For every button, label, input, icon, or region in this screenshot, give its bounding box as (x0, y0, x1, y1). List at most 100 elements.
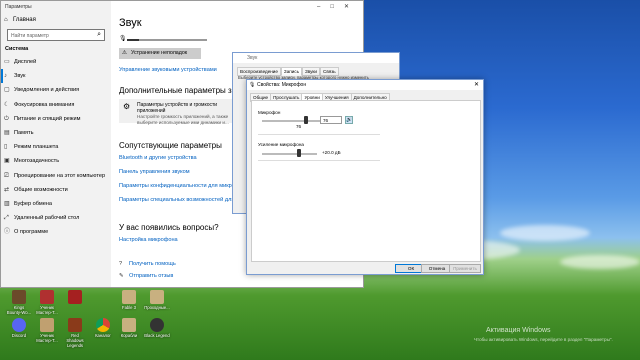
microphone-icon: 🎙 (249, 82, 256, 88)
remote-icon: ⤢ (4, 215, 9, 222)
desktop-icon[interactable]: Kings Bounty-Wo... (6, 290, 32, 315)
maximize-icon[interactable]: □ (330, 4, 344, 10)
mic-dialog-title: Свойства: Микрофон (257, 82, 307, 88)
sidebar-item-label: Удаленный рабочий стол (14, 215, 80, 222)
mic-level-input[interactable]: 76 (320, 116, 342, 124)
mic-level-track[interactable] (262, 120, 320, 122)
desktop-icon-label: Каналог (95, 333, 111, 338)
levels-panel: Микрофон 76 76 🔊 Усиление микрофона +20.… (251, 100, 481, 262)
sidebar-item[interactable]: ⎚ Проецирование на этот компьютер (1, 169, 111, 183)
sound-dialog-title: Звук (233, 53, 399, 63)
sidebar-item[interactable]: ▥ Буфер обмена (1, 197, 111, 211)
sidebar-item[interactable]: ▭ Дисплей (1, 55, 111, 69)
desktop-icon-label: Проходные... (144, 305, 170, 310)
sidebar-item-label: Буфер обмена (14, 200, 53, 207)
close-icon[interactable]: ✕ (474, 80, 479, 90)
sidebar-nav: ▭ Дисплей ♪ Звук ▢ Уведомления и действия ☾ Фок… (1, 55, 111, 239)
boost-thumb[interactable] (296, 149, 301, 157)
desktop-icon-label: Red Shadows Legends (66, 333, 84, 348)
sidebar-item-label: Звук (14, 73, 26, 80)
settings-sidebar: Параметры ⌂ Главная Найти параметр ⌕ Систе… (1, 1, 111, 287)
monitor-icon: ▭ (4, 59, 10, 65)
related-link[interactable]: Панель управления звуком (119, 169, 190, 175)
sidebar-item-label: Многозадачность (14, 158, 60, 165)
mute-speaker-icon[interactable]: 🔊 (345, 116, 353, 124)
share-icon: ⇄ (4, 186, 10, 193)
related-heading: Сопутствующие параметры (119, 141, 222, 150)
desktop-icon[interactable]: Discord (6, 318, 32, 338)
home-link[interactable]: ⌂ Главная (1, 13, 111, 27)
page-title: Звук (119, 17, 142, 29)
feedback-label: Отправить отзыв (129, 273, 174, 279)
minimize-icon[interactable]: – (317, 4, 330, 10)
multitask-icon: ▣ (4, 158, 10, 165)
troubleshoot-label: Устранение неполадок (131, 50, 188, 56)
mixer-icon: ⚙ (123, 102, 131, 111)
desktop-icon-label: Kings Bounty-Wo... (6, 305, 32, 315)
sidebar-item[interactable]: ⤢ Удаленный рабочий стол (1, 211, 111, 225)
sidebar-item[interactable]: ▢ Уведомления и действия (1, 83, 111, 97)
card-title: Параметры устройств и громкости приложен… (137, 102, 218, 114)
feedback-icon: ✎ (119, 273, 124, 279)
desktop-icon-label: Fable 3 (122, 305, 136, 310)
help-label: Получить помощь (129, 261, 176, 267)
desktop-icon-label: Discord (11, 333, 27, 338)
troubleshoot-button[interactable]: ⚠ Устранение неполадок (119, 48, 201, 59)
home-label: Главная (13, 17, 36, 23)
card-desc-line2: выберите используемые ими динамики и... (137, 120, 229, 125)
clipboard-icon: ▥ (4, 200, 10, 207)
volume-fill (127, 39, 139, 41)
sidebar-item[interactable]: ⓘ О программе (1, 225, 111, 239)
microphone-icon: 🎙 (119, 36, 127, 42)
desktop-icon[interactable]: Fable 3 (116, 290, 142, 310)
sidebar-item-label: Режим планшета (14, 144, 59, 151)
desktop-icon-label: Ученик Мастер-Т... (36, 333, 58, 343)
sidebar-item[interactable]: ▤ Память (1, 126, 111, 140)
sidebar-item[interactable]: ▣ Многозадачность (1, 154, 111, 168)
window-controls[interactable]: –□✕ (317, 3, 359, 10)
desktop-icon[interactable]: Проходные... (144, 290, 170, 310)
app-volume-card[interactable]: ⚙ Параметры устройств и громкости прилож… (119, 99, 239, 125)
search-icon: ⌕ (97, 31, 101, 38)
desktop-icon[interactable]: Black Legend (144, 318, 170, 338)
mic-properties-dialog: 🎙 Свойства: Микрофон ✕ Общие Прослушать Ур… (246, 79, 484, 275)
close-icon[interactable]: ✕ (344, 4, 359, 10)
sidebar-item-label: Дисплей (14, 59, 37, 65)
sidebar-item-label: Фокусировка внимания (14, 101, 75, 108)
boost-track[interactable] (262, 153, 317, 155)
desktop-icon[interactable] (62, 290, 88, 305)
desktop-icon[interactable]: Каналог (90, 318, 116, 338)
related-link[interactable]: Параметры конфиденциальности для микрофо… (119, 183, 249, 189)
sidebar-item[interactable]: ⇄ Общие возможности (1, 183, 111, 197)
desktop-icon[interactable]: Red Shadows Legends (62, 318, 88, 348)
mic-level-thumb[interactable] (304, 116, 309, 124)
sidebar-item[interactable]: ☾ Фокусировка внимания (1, 98, 111, 112)
sidebar-item[interactable]: ⏻ Питание и спящий режим (1, 112, 111, 126)
desktop-icon[interactable]: Ученик Мастер-Т... (34, 290, 60, 315)
boost-value: +20.0 дБ (322, 150, 341, 155)
related-link[interactable]: Bluetooth и другие устройства (119, 155, 197, 161)
search-input[interactable]: Найти параметр ⌕ (7, 29, 105, 41)
volume-slider[interactable]: 🎙 (119, 36, 239, 43)
notification-icon: ▢ (4, 87, 10, 94)
desktop-icon-label: Корабли (120, 333, 138, 338)
divider (258, 134, 380, 135)
storage-icon: ▤ (4, 129, 10, 136)
sidebar-item[interactable]: ▯ Режим планшета (1, 140, 111, 154)
cloud (560, 255, 640, 269)
desktop-icon[interactable]: Ученик Мастер-Т... (34, 318, 60, 343)
mic-level-value-tip: 76 (296, 124, 302, 129)
sidebar-item[interactable]: ♪ Звук (1, 69, 111, 84)
help-link[interactable]: ? Получить помощь (119, 261, 176, 267)
mic-setup-link[interactable]: Настройка микрофона (119, 237, 178, 243)
activation-title: Активация Windows (486, 327, 551, 334)
manage-devices-link[interactable]: Управление звуковыми устройствами (119, 67, 217, 73)
cloud (500, 225, 590, 241)
desktop-icon[interactable]: Корабли (116, 318, 142, 338)
feedback-link[interactable]: ✎ Отправить отзыв (119, 273, 173, 279)
window-title: Параметры (5, 4, 32, 10)
apply-button[interactable]: Применить (449, 264, 481, 273)
search-placeholder: Найти параметр (11, 33, 49, 39)
help-icon: ? (119, 261, 123, 267)
moon-icon: ☾ (4, 101, 10, 108)
